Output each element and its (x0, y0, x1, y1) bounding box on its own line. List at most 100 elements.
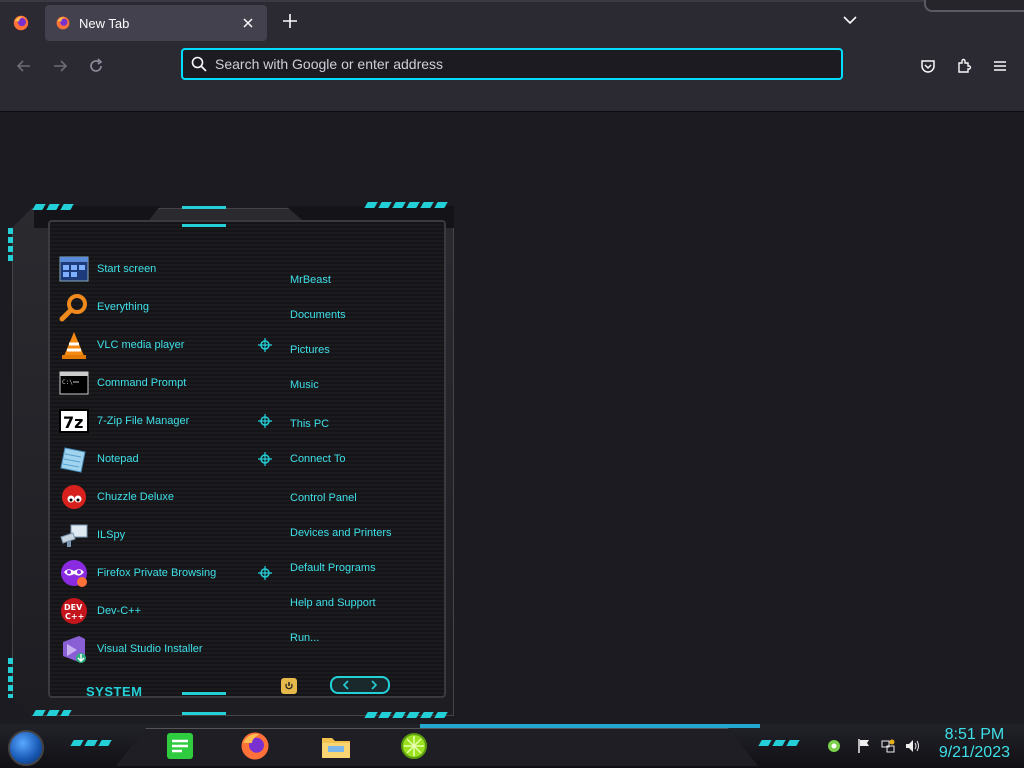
reload-button[interactable] (84, 54, 108, 78)
arrow-left-icon (16, 60, 30, 72)
program-item-7zip[interactable]: 7z 7-Zip File Manager (58, 402, 288, 440)
program-label: Firefox Private Browsing (97, 567, 217, 579)
private-browsing-icon (58, 557, 90, 589)
tray-volume[interactable] (904, 738, 920, 754)
firefox-icon (56, 16, 70, 30)
submenu-arrow-icon (258, 414, 272, 428)
flag-icon (858, 739, 869, 753)
clock-time: 8:51 PM (944, 726, 1005, 743)
start-button[interactable] (8, 730, 44, 766)
program-item-everything[interactable]: Everything (58, 288, 288, 326)
forward-button[interactable] (48, 54, 72, 78)
back-button[interactable] (12, 54, 36, 78)
accent-side (8, 658, 13, 698)
plus-icon (283, 14, 297, 28)
hamburger-icon (994, 61, 1006, 71)
submenu-arrow-icon (258, 452, 272, 466)
nav-bar (0, 44, 1024, 112)
program-item-devcpp[interactable]: DEV C++ Dev-C++ (58, 592, 288, 630)
accent-bar (182, 692, 226, 695)
shutdown-options-button[interactable] (330, 676, 390, 694)
place-item-documents[interactable]: Documents (290, 309, 346, 321)
program-label: ILSpy (97, 529, 126, 541)
system-label: SYSTEM (86, 684, 143, 699)
program-item-chuzzle[interactable]: Chuzzle Deluxe (58, 478, 288, 516)
shutdown-button[interactable] (281, 678, 297, 694)
new-tab-button[interactable] (278, 10, 302, 34)
tab-title: New Tab (79, 15, 130, 31)
program-item-notepad[interactable]: Notepad (58, 440, 288, 478)
place-item-this-pc[interactable]: This PC (290, 418, 329, 430)
app-menu-button[interactable] (988, 54, 1012, 78)
list-all-tabs-button[interactable] (842, 12, 864, 34)
program-label: Dev-C++ (97, 605, 142, 617)
svg-text:C++: C++ (65, 612, 84, 621)
firefox-view-button[interactable] (0, 2, 42, 44)
place-item-run[interactable]: Run... (290, 632, 319, 644)
extensions-button[interactable] (952, 54, 976, 78)
place-item-connect-to[interactable]: Connect To (290, 453, 345, 465)
accent-bar (182, 712, 226, 715)
puzzle-icon (958, 58, 972, 73)
tab-new-tab[interactable]: New Tab (45, 5, 267, 41)
ilspy-icon (58, 519, 90, 551)
chuzzle-icon (58, 481, 90, 513)
program-list: Start screen Everything VLC media player… (58, 250, 288, 668)
program-item-vlc[interactable]: VLC media player (58, 326, 288, 364)
taskbar-app-notes[interactable] (162, 730, 198, 762)
place-item-default-programs[interactable]: Default Programs (290, 562, 376, 574)
power-icon (285, 682, 293, 690)
reload-icon (90, 58, 103, 72)
submenu-arrow-icon (258, 338, 272, 352)
submenu-arrow-icon (258, 566, 272, 580)
taskbar-dock (116, 728, 758, 766)
accent-bar (182, 206, 226, 209)
firefox-icon (241, 732, 269, 760)
svg-text:7z: 7z (63, 413, 83, 432)
program-item-command-prompt[interactable]: C:\ Command Prompt (58, 364, 288, 402)
program-item-vs-installer[interactable]: Visual Studio Installer (58, 630, 288, 668)
program-item-firefox-private[interactable]: Firefox Private Browsing (58, 554, 288, 592)
program-label: Everything (97, 301, 149, 313)
lime-icon (401, 733, 427, 759)
url-input[interactable] (215, 56, 841, 72)
place-item-control-panel[interactable]: Control Panel (290, 492, 357, 504)
close-tab-button[interactable] (239, 14, 257, 32)
place-item-devices-printers[interactable]: Devices and Printers (290, 527, 392, 539)
7zip-icon: 7z (58, 405, 90, 437)
taskbar-app-lime[interactable] (396, 730, 432, 762)
firefox-icon (13, 15, 29, 31)
program-item-start-screen[interactable]: Start screen (58, 250, 288, 288)
chevron-left-icon (342, 680, 349, 690)
place-item-music[interactable]: Music (290, 379, 319, 391)
accent-stripe (364, 712, 450, 718)
taskbar-app-firefox[interactable] (237, 730, 273, 762)
place-item-mrbeast[interactable]: MrBeast (290, 274, 331, 286)
tray-network[interactable] (880, 738, 896, 754)
notes-icon (167, 733, 193, 759)
place-item-pictures[interactable]: Pictures (290, 344, 330, 356)
program-label: Command Prompt (97, 377, 187, 389)
taskbar-app-file-explorer[interactable] (318, 730, 354, 762)
tray-action-center[interactable] (856, 738, 872, 754)
program-label: Start screen (97, 263, 157, 275)
gear-icon (828, 740, 840, 752)
tab-bar: New Tab (0, 0, 1024, 44)
vlc-cone-icon (58, 329, 90, 361)
devcpp-icon: DEV C++ (58, 595, 90, 627)
system-clock[interactable]: 8:51 PM 9/21/2023 (939, 726, 1010, 762)
url-bar[interactable] (181, 48, 843, 80)
chevron-right-icon (371, 680, 378, 690)
program-label: VLC media player (97, 339, 185, 351)
tray-network-app[interactable] (826, 738, 842, 754)
accent-stripe (364, 202, 450, 208)
svg-text:C:\: C:\ (62, 379, 73, 386)
place-item-help-support[interactable]: Help and Support (290, 597, 376, 609)
speaker-icon (906, 740, 919, 752)
magnifier-icon (58, 291, 90, 323)
program-item-ilspy[interactable]: ILSpy (58, 516, 288, 554)
pocket-button[interactable] (916, 54, 940, 78)
arrow-right-icon (54, 60, 68, 72)
program-label: Chuzzle Deluxe (97, 491, 175, 503)
notepad-icon (58, 443, 90, 475)
